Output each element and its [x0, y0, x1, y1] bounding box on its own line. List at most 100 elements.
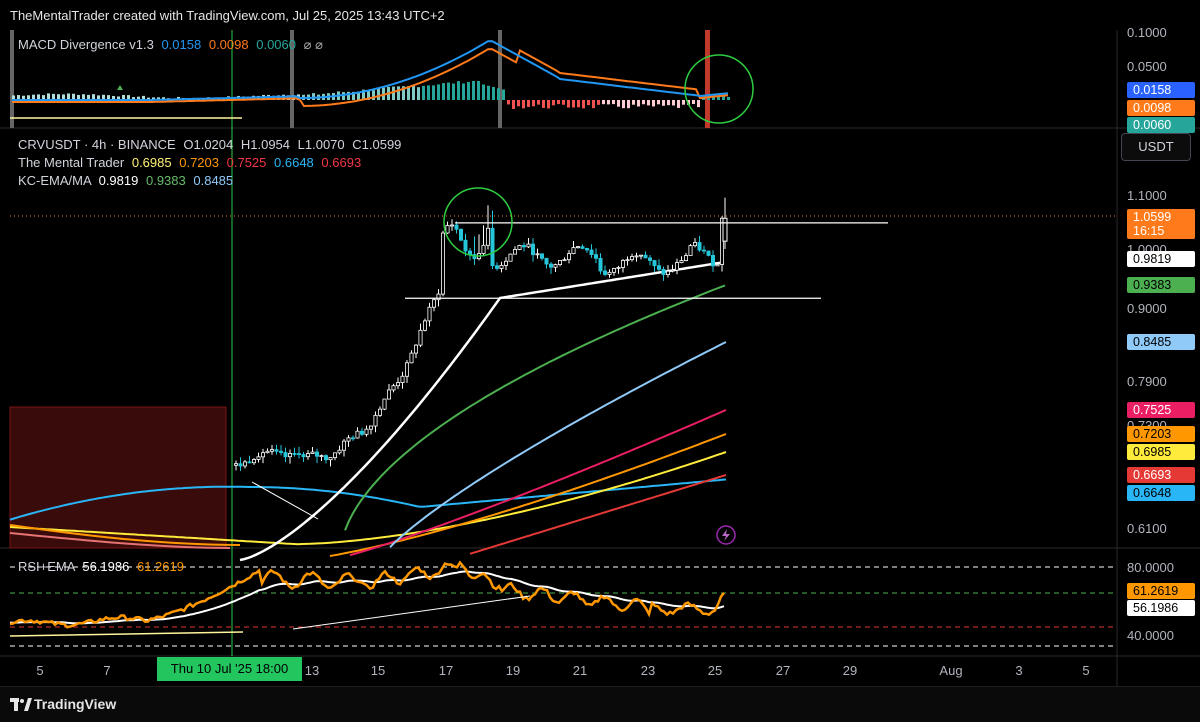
- candle-body: [283, 452, 288, 458]
- candle-body: [364, 428, 369, 435]
- candle-body: [422, 320, 427, 331]
- candle-body: [386, 389, 391, 400]
- macd-value-badge: 0.0060: [1127, 117, 1195, 133]
- time-axis-label: 13: [305, 663, 319, 678]
- candle-body: [549, 263, 554, 268]
- macd-histogram-bar: [657, 100, 660, 105]
- candle-body: [598, 257, 603, 272]
- macd-histogram-bar: [432, 85, 435, 100]
- macd-histogram-bar: [497, 88, 500, 100]
- candle-body: [269, 449, 274, 452]
- candle-body: [305, 453, 310, 458]
- macd-histogram-bar: [637, 100, 640, 107]
- candle-body: [503, 260, 508, 266]
- time-axis-label: 3: [1015, 663, 1022, 678]
- candle-body: [513, 249, 518, 255]
- candle-body: [265, 450, 270, 454]
- candle-body: [278, 450, 283, 453]
- candle-body: [594, 254, 599, 259]
- candle-body: [395, 382, 400, 387]
- currency-button[interactable]: USDT: [1121, 133, 1191, 161]
- macd-histogram-bar: [547, 100, 550, 109]
- macd-band: [705, 30, 710, 128]
- macd-histogram-bar: [492, 87, 495, 100]
- candle-body: [490, 227, 495, 267]
- macd-pane[interactable]: [10, 40, 754, 124]
- time-axis-label: 5: [36, 663, 43, 678]
- candle-body: [404, 362, 409, 377]
- price-badge: 1.0599 16:15: [1127, 209, 1195, 239]
- candle-body: [413, 344, 418, 354]
- macd-value-2: 0.0098: [208, 37, 249, 52]
- candle-body: [567, 253, 572, 261]
- macd-name: MACD Divergence v1.3: [18, 37, 154, 52]
- candle-body: [630, 256, 635, 261]
- macd-histogram-bar: [537, 100, 540, 105]
- ma-orange-line: [329, 433, 727, 557]
- macd-axis-label: 0.0500: [1127, 59, 1167, 74]
- candle-body: [233, 463, 238, 466]
- macd-histogram-bar: [442, 83, 445, 100]
- macd-histogram-bar: [512, 100, 515, 109]
- macd-histogram-bar: [592, 100, 595, 109]
- candle-body: [643, 254, 648, 259]
- time-axis-label: 19: [506, 663, 520, 678]
- price-badge: 0.9819: [1127, 251, 1195, 267]
- candle-body: [346, 437, 351, 442]
- chart-canvas[interactable]: 0.10000.05001.10001.00000.90000.79000.73…: [0, 0, 1200, 686]
- macd-extra: ⌀ ⌀: [303, 37, 323, 52]
- price-badge: 0.7525: [1127, 402, 1195, 418]
- indicator-value: 0.7203: [179, 155, 219, 170]
- macd-histogram-bar: [557, 100, 560, 105]
- macd-histogram-bar: [612, 100, 615, 105]
- candle-body: [589, 249, 594, 256]
- symbol-title: CRVUSDT · 4h · BINANCE: [18, 137, 176, 152]
- candle-body: [540, 253, 545, 259]
- macd-histogram-bar: [552, 100, 555, 106]
- candle-body: [467, 250, 472, 255]
- candle-body: [341, 440, 346, 451]
- macd-histogram-bar: [647, 100, 650, 106]
- price-axis-label: 0.7900: [1127, 374, 1167, 389]
- macd-legend[interactable]: MACD Divergence v1.3 0.0158 0.0098 0.006…: [18, 37, 323, 53]
- macd-histogram-bar: [377, 88, 380, 100]
- ohlc-close: C1.0599: [352, 137, 402, 152]
- indicator-value: 0.9819: [98, 173, 139, 188]
- indicator-name: KC-EMA/MA: [18, 173, 91, 188]
- rsi-ema-line: [9, 570, 725, 625]
- macd-histogram-bar: [622, 100, 625, 109]
- candle-body: [301, 454, 306, 458]
- price-badge: 0.6693: [1127, 467, 1195, 483]
- indicator-legend-kc-ema[interactable]: KC-EMA/MA 0.9819 0.9383 0.8485: [18, 173, 233, 188]
- symbol-legend[interactable]: CRVUSDT · 4h · BINANCE O1.0204 H1.0954 L…: [18, 137, 401, 152]
- macd-histogram-bar: [672, 100, 675, 106]
- indicator-legend-mental-trader[interactable]: The Mental Trader 0.6985 0.7203 0.7525 0…: [18, 155, 361, 170]
- candle-body: [684, 255, 689, 262]
- candle-body: [562, 259, 567, 262]
- candle-body: [675, 262, 680, 271]
- rsi-name: RSI+EMA: [18, 559, 75, 574]
- price-axis-label: 0.6100: [1127, 521, 1167, 536]
- macd-histogram-bar: [682, 100, 685, 105]
- candle-body: [603, 270, 608, 275]
- time-axis-label: 25: [708, 663, 722, 678]
- indicator-value: 0.7525: [226, 155, 267, 170]
- rsi-legend[interactable]: RSI+EMA 56.1986 61.2619: [18, 559, 184, 574]
- price-axis-label: 0.9000: [1127, 301, 1167, 316]
- macd-value-3: 0.0060: [256, 37, 296, 52]
- candle-body: [355, 430, 360, 439]
- time-axis-label: 5: [1082, 663, 1089, 678]
- rsi-axis-label: 40.0000: [1127, 628, 1174, 643]
- candle-body: [436, 293, 441, 301]
- macd-histogram-bar: [632, 100, 635, 105]
- macd-histogram-bar: [412, 86, 415, 100]
- rsi-pane[interactable]: [9, 560, 1117, 647]
- macd-histogram-bar: [312, 93, 315, 100]
- candle-body: [576, 246, 581, 249]
- macd-signal-marker: [117, 85, 123, 90]
- candle-body: [648, 257, 653, 261]
- crosshair-date-label: Thu 10 Jul '25 18:00: [157, 657, 302, 681]
- candle-body: [292, 453, 297, 455]
- rsi-divergence-line: [292, 595, 531, 630]
- candle-body: [445, 225, 450, 234]
